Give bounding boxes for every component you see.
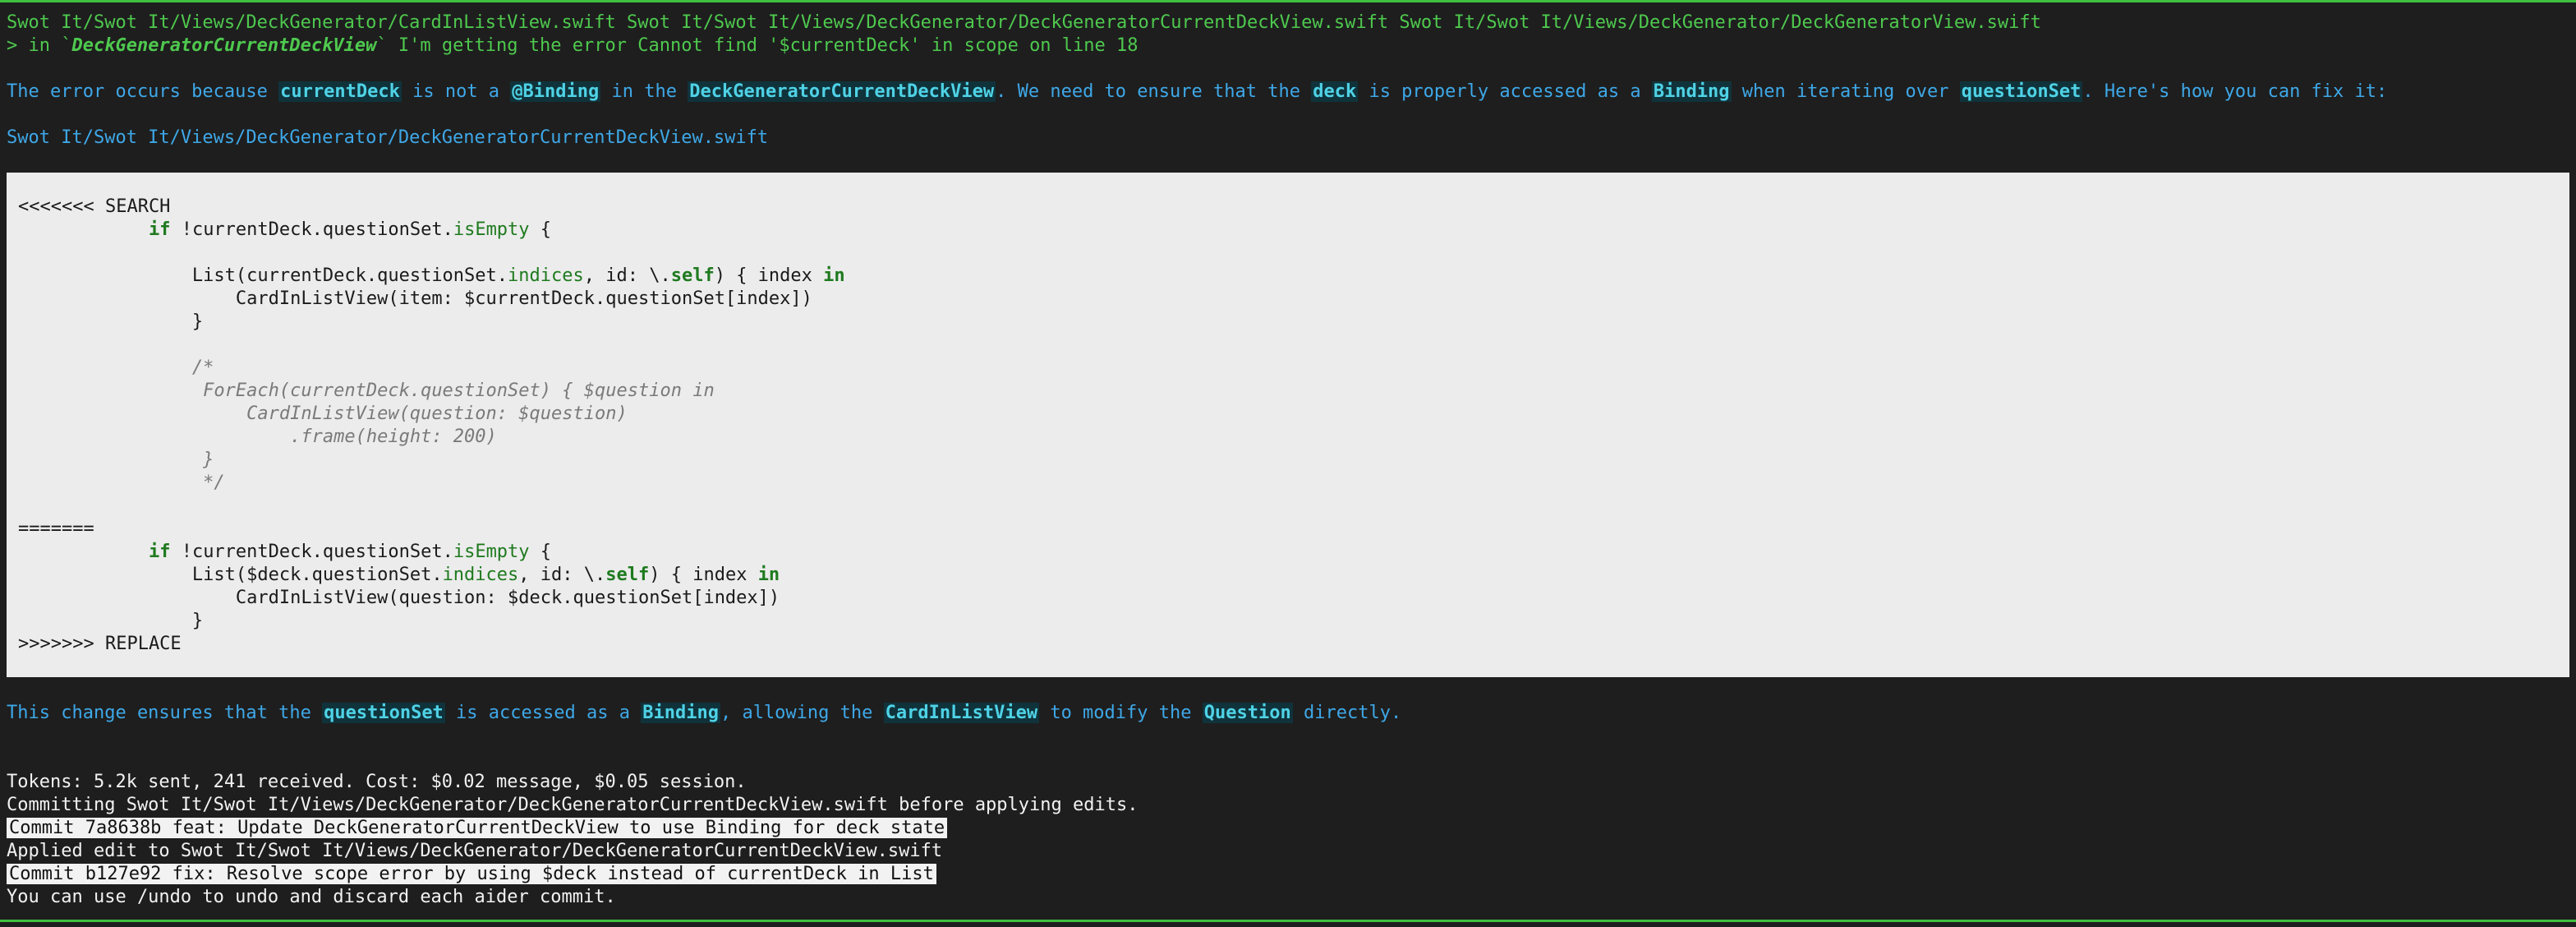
reply-text: . We need to ensure that the bbox=[996, 81, 1312, 102]
code-text: !currentDeck.questionSet. bbox=[170, 219, 453, 240]
undo-hint-line: You can use /undo to undo and discard ea… bbox=[7, 887, 616, 907]
reply-text: This change ensures that the bbox=[7, 703, 323, 723]
code-text: , id: \. bbox=[518, 565, 606, 585]
applied-edit-line: Applied edit to Swot It/Swot It/Views/De… bbox=[7, 841, 943, 861]
reply-paragraph-2: This change ensures that the questionSet… bbox=[7, 702, 1401, 725]
reply-text: is accessed as a bbox=[444, 703, 642, 723]
keyword: if bbox=[148, 542, 171, 562]
code-line: if !currentDeck.questionSet.isEmpty { bbox=[18, 219, 551, 242]
bottom-divider bbox=[0, 920, 2576, 922]
code-text: ) { index bbox=[649, 565, 758, 585]
prompt-file-name: DeckGeneratorCurrentDeckView bbox=[71, 35, 377, 56]
chat-files-line: Swot It/Swot It/Views/DeckGenerator/Card… bbox=[7, 12, 2041, 33]
inline-code: DeckGeneratorCurrentDeckView bbox=[688, 81, 996, 102]
code-method: isEmpty bbox=[453, 542, 530, 562]
replace-marker: >>>>>>> REPLACE bbox=[18, 634, 182, 654]
code-line: } bbox=[18, 610, 203, 633]
code-text: ) { index bbox=[714, 265, 824, 286]
code-text: { bbox=[529, 219, 552, 240]
inline-code: Binding bbox=[1651, 81, 1732, 102]
code-method: isEmpty bbox=[453, 219, 530, 240]
reply-text: . Here's how you can fix it: bbox=[2082, 81, 2388, 102]
prompt-prefix: > in ` bbox=[7, 35, 72, 56]
code-text: CardInListView(item: $currentDeck.questi… bbox=[235, 288, 812, 309]
reply-text: is not a bbox=[401, 81, 511, 102]
code-method: indices bbox=[442, 565, 519, 585]
keyword: in bbox=[823, 265, 845, 286]
commit-message-1: Commit 7a8638b feat: Update DeckGenerato… bbox=[7, 817, 948, 840]
reply-paragraph-1: The error occurs because currentDeck is … bbox=[7, 81, 2387, 104]
code-text: List(currentDeck.questionSet. bbox=[191, 265, 508, 286]
inline-code: deck bbox=[1311, 81, 1359, 102]
comment-text: /* bbox=[191, 357, 214, 378]
code-comment: .frame(height: 200) bbox=[18, 426, 497, 449]
code-text: } bbox=[191, 311, 204, 332]
code-comment: /* bbox=[18, 357, 214, 380]
code-text: !currentDeck.questionSet. bbox=[170, 542, 453, 562]
code-comment: CardInListView(question: $question) bbox=[18, 403, 628, 426]
code-line: CardInListView(question: $deck.questionS… bbox=[18, 587, 780, 610]
code-method: indices bbox=[508, 265, 584, 286]
keyword: self bbox=[605, 565, 650, 585]
keyword: self bbox=[670, 265, 715, 286]
commit-message-2: Commit b127e92 fix: Resolve scope error … bbox=[7, 863, 936, 886]
code-line: if !currentDeck.questionSet.isEmpty { bbox=[18, 541, 551, 564]
inline-code: CardInListView bbox=[883, 703, 1040, 723]
code-line: List(currentDeck.questionSet.indices, id… bbox=[18, 265, 845, 288]
user-prompt: > in `DeckGeneratorCurrentDeckView` I'm … bbox=[7, 35, 1138, 58]
inline-code: questionSet bbox=[322, 703, 445, 723]
reply-text: The error occurs because bbox=[7, 81, 279, 102]
committing-line: Committing Swot It/Swot It/Views/DeckGen… bbox=[7, 795, 1138, 815]
inline-code: Binding bbox=[641, 703, 720, 723]
code-comment: */ bbox=[18, 472, 225, 495]
comment-text: */ bbox=[191, 473, 225, 493]
top-divider bbox=[0, 0, 2576, 2]
code-line: } bbox=[18, 311, 203, 334]
edit-file-path: Swot It/Swot It/Views/DeckGenerator/Deck… bbox=[7, 127, 769, 148]
reply-text: to modify the bbox=[1039, 703, 1203, 723]
code-text: , id: \. bbox=[583, 265, 671, 286]
commit-highlight: Commit b127e92 fix: Resolve scope error … bbox=[7, 864, 936, 884]
search-replace-code-block: <<<<<<< SEARCH if !currentDeck.questionS… bbox=[7, 173, 2569, 677]
commit-highlight: Commit 7a8638b feat: Update DeckGenerato… bbox=[7, 818, 948, 838]
comment-text: } bbox=[191, 450, 214, 470]
code-text: List($deck.questionSet. bbox=[191, 565, 443, 585]
code-text: CardInListView(question: $deck.questionS… bbox=[235, 588, 780, 608]
reply-text: when iterating over bbox=[1731, 81, 1960, 102]
code-text: } bbox=[191, 611, 204, 631]
code-line: CardInListView(item: $currentDeck.questi… bbox=[18, 288, 812, 311]
code-comment: } bbox=[18, 449, 214, 472]
keyword: in bbox=[757, 565, 780, 585]
inline-code: Question bbox=[1202, 703, 1293, 723]
code-text: { bbox=[529, 542, 552, 562]
inline-code: @Binding bbox=[510, 81, 601, 102]
terminal-window[interactable]: Swot It/Swot It/Views/DeckGenerator/Card… bbox=[0, 0, 2576, 927]
reply-text: directly. bbox=[1292, 703, 1402, 723]
comment-text: CardInListView(question: $question) bbox=[191, 404, 628, 424]
reply-text: is properly accessed as a bbox=[1358, 81, 1652, 102]
prompt-suffix: ` I'm getting the error Cannot find '$cu… bbox=[376, 35, 1138, 56]
divider-marker: ======= bbox=[18, 519, 94, 539]
code-comment: ForEach(currentDeck.questionSet) { $ques… bbox=[18, 380, 715, 403]
comment-text: .frame(height: 200) bbox=[191, 427, 497, 447]
reply-text: , allowing the bbox=[720, 703, 884, 723]
inline-code: currentDeck bbox=[278, 81, 402, 102]
code-line: List($deck.questionSet.indices, id: \.se… bbox=[18, 564, 780, 587]
comment-text: ForEach(currentDeck.questionSet) { $ques… bbox=[191, 380, 715, 401]
reply-text: in the bbox=[600, 81, 688, 102]
keyword: if bbox=[148, 219, 171, 240]
inline-code: questionSet bbox=[1959, 81, 2083, 102]
search-marker: <<<<<<< SEARCH bbox=[18, 196, 171, 217]
token-usage-line: Tokens: 5.2k sent, 241 received. Cost: $… bbox=[7, 772, 747, 792]
